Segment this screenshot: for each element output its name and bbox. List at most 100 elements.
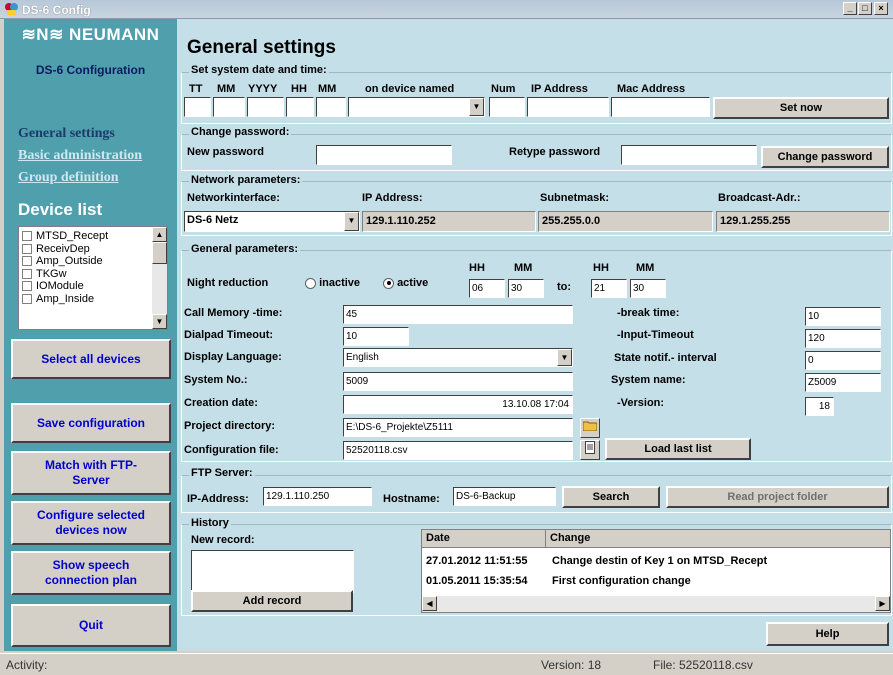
retype-password-input[interactable]: [621, 145, 757, 165]
list-item[interactable]: MTSD_Recept: [19, 230, 153, 243]
to-minute-input[interactable]: 30: [630, 279, 666, 298]
status-file: File: 52520118.csv: [653, 658, 753, 672]
state-notif-label: State notif.- interval: [614, 352, 717, 364]
month-input[interactable]: [213, 97, 245, 117]
ftp-hostname-input[interactable]: DS-6-Backup: [453, 487, 556, 506]
device-select[interactable]: ▼: [348, 97, 485, 117]
minute-input[interactable]: [316, 97, 346, 117]
mac-address-input[interactable]: [611, 97, 710, 117]
chevron-down-icon[interactable]: ▼: [344, 212, 359, 231]
col-mm-label: MM: [217, 83, 236, 95]
logo: ≋N≋ NEUMANN DS-6 Configuration: [4, 25, 177, 77]
checkbox[interactable]: [22, 231, 32, 242]
select-all-devices-button[interactable]: Select all devices: [11, 339, 171, 379]
subnetmask-value: 255.255.0.0: [538, 211, 713, 232]
chevron-down-icon[interactable]: ▼: [469, 98, 484, 116]
list-item[interactable]: IOModule: [19, 280, 153, 293]
new-record-input[interactable]: [191, 550, 354, 593]
checkbox[interactable]: [22, 243, 32, 254]
chevron-down-icon[interactable]: ▼: [557, 349, 572, 366]
folder-icon[interactable]: [580, 418, 600, 438]
ip-address-input[interactable]: [527, 97, 609, 117]
document-icon[interactable]: [580, 440, 600, 460]
call-memory-input[interactable]: 45: [343, 305, 573, 324]
list-item[interactable]: TKGw: [19, 268, 153, 281]
hour-input[interactable]: [286, 97, 314, 117]
nav-general-settings[interactable]: General settings: [18, 126, 115, 142]
window-title: DS-6 Config: [22, 3, 91, 17]
help-button[interactable]: Help: [766, 622, 889, 646]
product-name: DS-6 Configuration: [35, 63, 146, 77]
display-language-select[interactable]: English ▼: [343, 348, 573, 367]
system-no-input[interactable]: 5009: [343, 372, 573, 391]
new-password-input[interactable]: [316, 145, 452, 165]
night-active-option[interactable]: active: [383, 277, 428, 289]
device-list[interactable]: MTSD_Recept ReceivDep Amp_Outside TKGw I…: [18, 226, 168, 330]
search-button[interactable]: Search: [562, 486, 660, 508]
read-project-folder-button[interactable]: Read project folder: [666, 486, 889, 508]
table-cell-date: 01.05.2011 15:35:54: [426, 575, 528, 587]
col-date-header[interactable]: Date: [422, 530, 546, 548]
app-icon: [5, 3, 18, 15]
input-timeout-input[interactable]: 120: [805, 329, 881, 348]
close-button[interactable]: ×: [874, 2, 888, 15]
scroll-left-icon[interactable]: ◀: [422, 596, 437, 611]
day-input[interactable]: [184, 97, 211, 117]
ftp-ip-input[interactable]: 129.1.110.250: [263, 487, 372, 506]
radio-active[interactable]: [383, 277, 394, 289]
break-time-input[interactable]: 10: [805, 307, 881, 326]
state-notif-input[interactable]: 0: [805, 351, 881, 370]
year-input[interactable]: [247, 97, 284, 117]
col-device-label: on device named: [365, 83, 455, 95]
dialpad-timeout-label: Dialpad Timeout:: [184, 329, 274, 341]
to-hour-input[interactable]: 21: [591, 279, 627, 298]
network-interface-select[interactable]: DS-6 Netz ▼: [184, 211, 360, 232]
scroll-up-icon[interactable]: ▲: [152, 227, 167, 242]
checkbox[interactable]: [22, 293, 32, 304]
subnetmask-label: Subnetmask:: [540, 192, 610, 204]
radio-inactive[interactable]: [305, 277, 316, 289]
quit-button[interactable]: Quit: [11, 604, 171, 647]
list-item[interactable]: ReceivDep: [19, 243, 153, 256]
checkbox[interactable]: [22, 268, 32, 279]
match-ftp-server-button[interactable]: Match with FTP-Server: [11, 451, 171, 495]
ftp-heading: FTP Server:: [189, 467, 255, 479]
version-input[interactable]: 18: [805, 397, 834, 416]
creation-date-input[interactable]: 13.10.08 17:04: [343, 395, 573, 414]
from-minute-input[interactable]: 30: [508, 279, 544, 298]
col-min-label: MM: [318, 83, 337, 95]
speech-connection-plan-button[interactable]: Show speech connection plan: [11, 551, 171, 595]
list-item[interactable]: Amp_Inside: [19, 293, 153, 306]
minimize-button[interactable]: _: [843, 2, 857, 15]
system-name-label: System name:: [611, 374, 686, 386]
save-configuration-button[interactable]: Save configuration: [11, 403, 171, 443]
add-record-button[interactable]: Add record: [191, 590, 353, 612]
checkbox[interactable]: [22, 256, 32, 267]
maximize-button[interactable]: □: [858, 2, 872, 15]
change-password-button[interactable]: Change password: [761, 146, 889, 168]
configuration-file-input[interactable]: 52520118.csv: [343, 441, 573, 460]
load-last-list-button[interactable]: Load last list: [605, 438, 751, 460]
new-password-label: New password: [187, 146, 265, 158]
checkbox[interactable]: [22, 281, 32, 292]
device-list-scrollbar[interactable]: ▲ ▼: [152, 227, 167, 329]
system-name-input[interactable]: Z5009: [805, 373, 881, 392]
history-table[interactable]: Date Change 27.01.2012 11:51:55 Change d…: [421, 529, 891, 613]
dialpad-timeout-input[interactable]: 10: [343, 327, 409, 346]
nav-group-definition[interactable]: Group definition: [18, 170, 119, 186]
from-hour-input[interactable]: 06: [469, 279, 505, 298]
configure-devices-button[interactable]: Configure selected devices now: [11, 501, 171, 545]
nav-basic-administration[interactable]: Basic administration: [18, 148, 142, 164]
night-inactive-option[interactable]: inactive: [305, 277, 360, 289]
project-directory-input[interactable]: E:\DS-6_Projekte\Z5111: [343, 418, 573, 437]
scroll-thumb[interactable]: [152, 242, 167, 264]
num-input[interactable]: [489, 97, 525, 117]
scroll-right-icon[interactable]: ▶: [875, 596, 890, 611]
night-reduction-label: Night reduction: [187, 277, 269, 289]
networkinterface-label: Networkinterface:: [187, 192, 280, 204]
set-now-button[interactable]: Set now: [713, 97, 889, 119]
history-hscrollbar[interactable]: ◀ ▶: [422, 596, 890, 612]
scroll-down-icon[interactable]: ▼: [152, 314, 167, 329]
col-change-header[interactable]: Change: [546, 530, 890, 548]
list-item[interactable]: Amp_Outside: [19, 255, 153, 268]
